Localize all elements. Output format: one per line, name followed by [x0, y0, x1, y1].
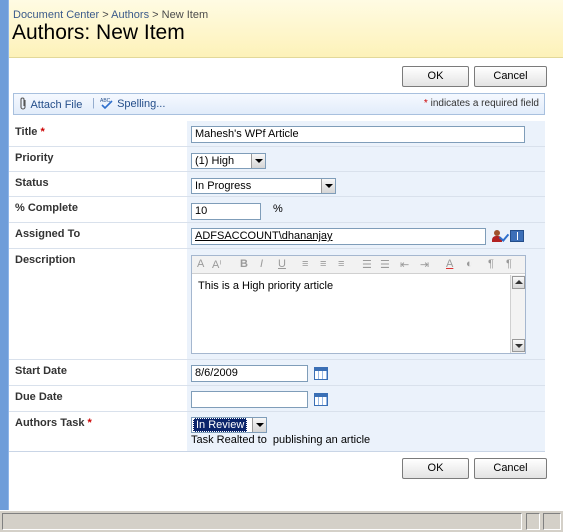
- check-names-icon[interactable]: [492, 229, 510, 243]
- font-style-icon[interactable]: Aⁱ: [212, 258, 221, 271]
- breadcrumb: Document Center > Authors > New Item: [13, 9, 208, 21]
- address-book-icon[interactable]: [510, 230, 524, 242]
- spelling-label: Spelling...: [117, 98, 166, 110]
- percent-complete-input[interactable]: 10: [191, 203, 261, 220]
- rtl-icon[interactable]: ¶: [506, 258, 512, 270]
- authors-task-label: Authors Task *: [15, 417, 92, 429]
- percent-complete-label: % Complete: [15, 202, 78, 214]
- cancel-button-top[interactable]: Cancel: [474, 66, 547, 87]
- status-bar-main: [2, 513, 522, 530]
- attach-file-link[interactable]: Attach File: [19, 97, 82, 111]
- priority-label: Priority: [15, 152, 54, 164]
- numbered-list-icon[interactable]: ☰: [362, 258, 372, 271]
- rich-text-toolbar: A Aⁱ B I U ≡ ≡ ≡ ☰ ☰ ⇤ ⇥ A ◐ ¶ ¶: [192, 256, 525, 274]
- ok-button-bottom[interactable]: OK: [402, 458, 469, 479]
- assigned-to-input[interactable]: ADFSACCOUNT\dhananjay: [191, 228, 486, 245]
- calendar-icon[interactable]: [314, 393, 328, 406]
- text-color-icon[interactable]: A: [446, 258, 453, 270]
- browser-status-bar: [0, 510, 563, 532]
- status-bar-panel: [543, 513, 561, 530]
- attach-file-label: Attach File: [30, 99, 83, 111]
- increase-indent-icon[interactable]: ⇥: [420, 258, 429, 271]
- authors-task-row: Authors Task * In Review Task Realted to…: [9, 412, 545, 451]
- assigned-to-row: Assigned To ADFSACCOUNT\dhananjay: [9, 223, 545, 249]
- title-input[interactable]: Mahesh's WPf Article: [191, 126, 525, 143]
- page-header: Document Center > Authors > New Item Aut…: [9, 0, 563, 58]
- priority-value: (1) High: [195, 155, 235, 167]
- status-select[interactable]: In Progress: [191, 178, 336, 194]
- description-label: Description: [15, 254, 76, 266]
- ltr-icon[interactable]: ¶: [488, 258, 494, 270]
- breadcrumb-current: New Item: [161, 9, 209, 21]
- status-value: In Progress: [195, 180, 252, 192]
- status-bar-panel: [526, 513, 540, 530]
- status-label: Status: [15, 177, 49, 189]
- spelling-icon: ABC: [100, 98, 113, 110]
- due-date-label: Due Date: [15, 391, 63, 403]
- chevron-down-icon: [321, 179, 335, 193]
- chevron-down-icon: [251, 154, 265, 168]
- title-row: Title * Mahesh's WPf Article: [9, 121, 545, 147]
- form-toolbar: Attach File | ABC Spelling... * indicate…: [13, 93, 545, 115]
- underline-icon[interactable]: U: [278, 258, 286, 270]
- percent-suffix: %: [273, 203, 283, 215]
- assigned-to-label: Assigned To: [15, 228, 81, 240]
- calendar-icon[interactable]: [314, 367, 328, 380]
- chevron-down-icon: [252, 418, 266, 432]
- priority-select[interactable]: (1) High: [191, 153, 266, 169]
- title-label: Title *: [15, 126, 45, 138]
- authors-task-value: In Review: [193, 418, 248, 432]
- page-title: Authors: New Item: [12, 21, 185, 44]
- align-center-icon[interactable]: ≡: [320, 258, 326, 270]
- bullet-list-icon[interactable]: ☰: [380, 258, 390, 271]
- required-marker: *: [423, 98, 428, 109]
- background-color-icon[interactable]: ◐: [466, 258, 473, 270]
- paperclip-icon: [20, 97, 26, 110]
- left-accent-bar: [0, 0, 9, 510]
- align-right-icon[interactable]: ≡: [338, 258, 344, 270]
- breadcrumb-document-center[interactable]: Document Center: [13, 9, 99, 21]
- percent-complete-row: % Complete 10 %: [9, 197, 545, 223]
- cancel-button-bottom[interactable]: Cancel: [474, 458, 547, 479]
- start-date-input[interactable]: 8/6/2009: [191, 365, 308, 382]
- required-note-text: indicates a required field: [430, 98, 539, 109]
- start-date-label: Start Date: [15, 365, 67, 377]
- description-text[interactable]: This is a High priority article: [192, 275, 512, 353]
- bold-icon[interactable]: B: [240, 258, 248, 270]
- ok-button-top[interactable]: OK: [402, 66, 469, 87]
- new-item-form: Title * Mahesh's WPf Article Priority (1…: [9, 121, 545, 451]
- required-field-note: * indicates a required field: [424, 98, 539, 109]
- authors-task-select[interactable]: In Review: [191, 417, 267, 433]
- font-size-icon[interactable]: A: [197, 258, 204, 270]
- start-date-row: Start Date 8/6/2009: [9, 360, 545, 386]
- breadcrumb-separator: >: [102, 9, 109, 21]
- scroll-up-icon[interactable]: [512, 276, 525, 289]
- due-date-input[interactable]: [191, 391, 308, 408]
- description-scrollbar[interactable]: [510, 275, 525, 353]
- form-divider: [9, 451, 545, 452]
- status-row: Status In Progress: [9, 172, 545, 197]
- spelling-link[interactable]: ABC Spelling...: [100, 97, 165, 110]
- description-editor[interactable]: A Aⁱ B I U ≡ ≡ ≡ ☰ ☰ ⇤ ⇥ A ◐ ¶ ¶ This is…: [191, 255, 526, 354]
- breadcrumb-authors[interactable]: Authors: [111, 9, 149, 21]
- breadcrumb-separator: >: [152, 9, 159, 21]
- authors-task-note: Task Realted to publishing an article: [191, 434, 371, 446]
- align-left-icon[interactable]: ≡: [302, 258, 308, 270]
- scroll-down-icon[interactable]: [512, 339, 525, 352]
- toolbar-divider: |: [92, 97, 95, 109]
- description-row: Description A Aⁱ B I U ≡ ≡ ≡ ☰ ☰ ⇤ ⇥ A ◐…: [9, 249, 545, 360]
- italic-icon[interactable]: I: [260, 258, 263, 270]
- decrease-indent-icon[interactable]: ⇤: [400, 258, 409, 271]
- due-date-row: Due Date: [9, 386, 545, 412]
- priority-row: Priority (1) High: [9, 147, 545, 172]
